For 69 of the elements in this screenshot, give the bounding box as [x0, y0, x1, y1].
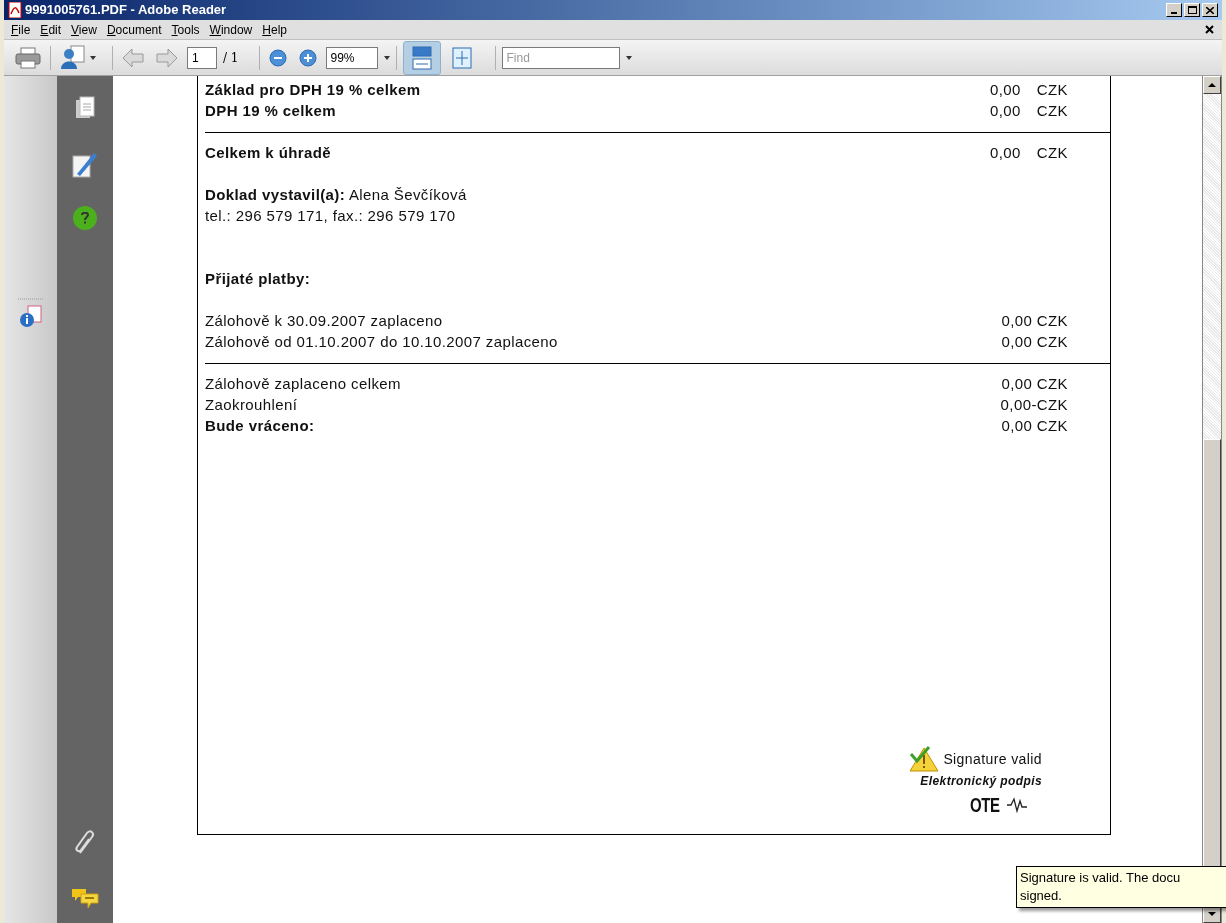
line-label: Základ pro DPH 19 % celkem	[205, 80, 421, 101]
tooltip-text: Signature is valid. The docu	[1020, 869, 1182, 887]
line-label: Zálohově od 01.10.2007 do 10.10.2007 zaplaceno	[205, 332, 558, 353]
person-document-icon	[59, 44, 87, 71]
currency: CZK	[1036, 143, 1068, 164]
scroll-up-icon[interactable]	[1208, 83, 1216, 87]
minimize-icon	[1171, 12, 1177, 14]
amount: 0,00	[990, 101, 1021, 122]
print-icon	[15, 46, 41, 69]
section-heading: Přijaté platby:	[205, 269, 311, 290]
signature-status: Signature valid	[943, 749, 1042, 769]
zoom-in-icon	[298, 48, 317, 67]
fit-width-button[interactable]	[402, 40, 441, 75]
menu-item[interactable]: File	[6, 20, 36, 39]
fit-width-icon	[411, 45, 432, 70]
amount: 0,00 CZK	[1001, 374, 1068, 395]
menu-item[interactable]: Edit	[35, 20, 67, 39]
fit-page-icon	[451, 46, 472, 69]
left-arrow-icon	[122, 47, 144, 68]
page-count: / 1	[223, 49, 239, 67]
right-arrow-icon	[156, 47, 178, 68]
menu-item[interactable]: Window	[204, 20, 258, 39]
close-button[interactable]	[1202, 3, 1218, 17]
amount: 0,00-CZK	[1000, 395, 1068, 416]
close-document-icon[interactable]	[1205, 25, 1214, 34]
line-label: Zálohově k 30.09.2007 zaplaceno	[205, 311, 443, 332]
zoom-out-icon	[268, 48, 287, 67]
document-text: tel.: 296 579 171, fax.: 296 579 170	[205, 206, 456, 227]
maximize-button[interactable]	[1184, 3, 1200, 17]
caret-icon	[90, 55, 96, 60]
page-number-field[interactable]: 1	[187, 46, 217, 69]
amount: 0,00 CZK	[1001, 332, 1068, 353]
pdf-file-icon	[8, 2, 22, 18]
signature-caption: Elektronický podpis	[920, 773, 1042, 790]
menu-item[interactable]: Document	[101, 20, 167, 39]
menu-item[interactable]: Tools	[166, 20, 205, 39]
waveform-icon	[1006, 797, 1027, 813]
help-button[interactable]	[73, 206, 97, 230]
line-label: Zálohově zaplaceno celkem	[205, 374, 401, 395]
caret-icon	[383, 55, 390, 60]
window-title: 9991005761.PDF - Adobe Reader	[25, 1, 227, 20]
line-label: DPH 19 % celkem	[205, 101, 337, 122]
signature-logo: OTE	[969, 793, 1000, 818]
amount: 0,00	[990, 80, 1021, 101]
currency: CZK	[1036, 101, 1068, 122]
pages-icon	[75, 96, 95, 120]
line-label: Celkem k úhradě	[205, 143, 332, 164]
tooltip-text: signed.	[1020, 887, 1063, 905]
signature-warning-icon	[909, 746, 942, 772]
close-icon	[1206, 6, 1214, 14]
scroll-down-icon[interactable]	[1208, 912, 1216, 916]
vertical-scrollbar[interactable]	[1202, 76, 1222, 923]
question-mark-icon	[81, 212, 89, 224]
find-field[interactable]: Find	[501, 46, 620, 69]
menu-item[interactable]: View	[66, 20, 102, 39]
caret-icon	[625, 55, 632, 60]
menu-item[interactable]: Help	[257, 20, 292, 39]
document-info-icon[interactable]	[18, 305, 43, 329]
line-label: Zaokrouhlení	[205, 395, 298, 416]
document-text: Doklad vystavil(a): Alena Ševčíková	[205, 185, 467, 206]
line-label: Bude vráceno:	[205, 416, 315, 437]
minimize-button[interactable]	[1166, 3, 1182, 17]
speech-bubbles-icon	[71, 887, 99, 909]
amount: 0,00 CZK	[1001, 311, 1068, 332]
amount: 0,00 CZK	[1001, 416, 1068, 437]
amount: 0,00	[990, 143, 1021, 164]
maximize-icon	[1187, 6, 1197, 14]
pen-document-icon	[72, 150, 98, 178]
currency: CZK	[1036, 80, 1068, 101]
